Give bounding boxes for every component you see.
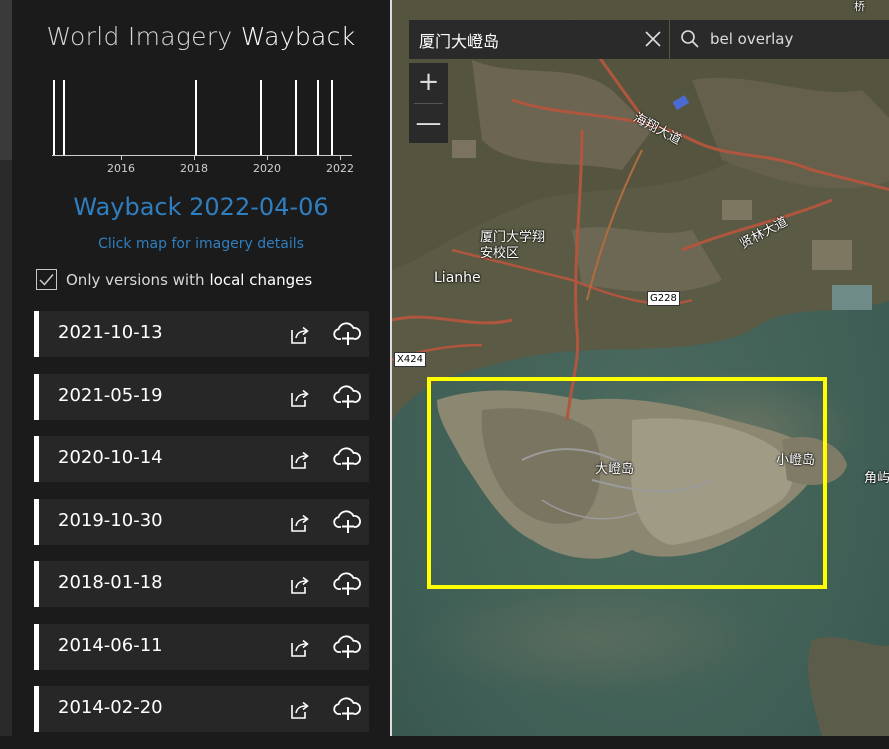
timeline-release-tick[interactable]: [295, 80, 297, 155]
add-to-download-cloud-icon[interactable]: [332, 445, 362, 471]
zoom-control: + —: [409, 63, 448, 143]
open-in-new-window-icon[interactable]: [289, 324, 311, 346]
filter-label-prefix: Only versions with: [66, 270, 205, 289]
road-sign: G228: [647, 291, 680, 306]
add-to-download-cloud-icon[interactable]: [332, 570, 362, 596]
add-to-download-cloud-icon[interactable]: [332, 633, 362, 659]
location-search-input[interactable]: [409, 20, 639, 59]
version-item[interactable]: 2014-02-20: [34, 686, 369, 732]
version-list: 2021-10-13 2021-05-19 2020-10-14 2019-10…: [34, 311, 369, 749]
add-to-download-cloud-icon[interactable]: [332, 508, 362, 534]
search-suggestion-text: bel overlay: [710, 30, 794, 48]
timeline-axis: [52, 155, 352, 156]
imagery-map[interactable]: bel overlay + — 海翔大道 贤林大道 厦门大学翔安校区 Lianh…: [390, 0, 889, 736]
timeline-release-tick[interactable]: [53, 80, 55, 155]
map-label-lianhe: Lianhe: [434, 270, 481, 286]
selection-rectangle: [427, 377, 827, 589]
version-item[interactable]: 2021-05-19: [34, 373, 369, 420]
open-in-new-window-icon[interactable]: [289, 512, 311, 534]
add-to-download-cloud-icon[interactable]: [332, 320, 362, 346]
version-item[interactable]: 2018-01-18: [34, 561, 369, 607]
version-date: 2020-10-14: [58, 447, 163, 468]
current-release-title: Wayback 2022-04-06: [73, 193, 329, 221]
search-icon: [681, 30, 699, 48]
timeline-year-label: 2016: [107, 162, 135, 175]
add-to-download-cloud-icon[interactable]: [332, 383, 362, 409]
zoom-in-button[interactable]: +: [409, 63, 448, 102]
open-in-new-window-icon[interactable]: [289, 637, 311, 659]
timeline-release-tick[interactable]: [195, 80, 197, 155]
version-item[interactable]: 2014-06-11: [34, 623, 369, 670]
left-edge-strip: [0, 0, 12, 736]
version-date: 2019-10-30: [58, 509, 163, 531]
timeline-year-label: 2022: [326, 162, 354, 175]
local-changes-checkbox[interactable]: [36, 269, 57, 290]
timeline-release-tick[interactable]: [317, 80, 319, 155]
timeline-year-label: 2020: [253, 162, 281, 175]
timeline-release-tick[interactable]: [331, 80, 333, 155]
map-label-campus: 厦门大学翔安校区: [480, 230, 546, 261]
version-item[interactable]: 2019-10-30: [34, 498, 369, 545]
timeline-year-tick: [194, 155, 195, 160]
version-item[interactable]: 2021-10-13: [34, 311, 369, 357]
road-sign: X424: [394, 352, 426, 367]
version-item[interactable]: 2020-10-14: [34, 436, 369, 482]
version-date: 2014-02-20: [58, 697, 163, 718]
version-date: 2018-01-18: [58, 572, 163, 593]
clear-search-icon[interactable]: [643, 29, 663, 49]
version-date: 2014-06-11: [58, 634, 163, 656]
app-title: World Imagery Wayback: [12, 22, 390, 51]
open-in-new-window-icon[interactable]: [289, 387, 311, 409]
zoom-out-button[interactable]: —: [409, 104, 448, 143]
checkmark-icon: [39, 274, 54, 286]
add-to-download-cloud-icon[interactable]: [332, 695, 362, 721]
left-edge-segment: [0, 0, 12, 160]
location-search[interactable]: [409, 20, 669, 59]
open-in-new-window-icon[interactable]: [289, 699, 311, 721]
timeline-release-tick[interactable]: [260, 80, 262, 155]
timeline-year-tick: [340, 155, 341, 160]
timeline-year-label: 2018: [180, 162, 208, 175]
app-title-strong: Wayback: [240, 22, 356, 51]
timeline-year-tick: [267, 155, 268, 160]
map-label-edge: 桥: [854, 0, 865, 13]
search-suggestion[interactable]: bel overlay: [670, 20, 889, 59]
open-in-new-window-icon[interactable]: [289, 449, 311, 471]
map-click-hint: Click map for imagery details: [98, 236, 304, 252]
timeline-year-tick: [121, 155, 122, 160]
version-date: 2021-10-13: [58, 322, 163, 343]
timeline-release-tick[interactable]: [63, 80, 65, 155]
local-changes-filter[interactable]: Only versions with local changes: [36, 269, 312, 290]
app-title-prefix: World Imagery: [46, 22, 233, 51]
version-date: 2021-05-19: [58, 384, 163, 406]
map-label-edge: 角屿: [864, 471, 889, 486]
open-in-new-window-icon[interactable]: [289, 574, 311, 596]
wayback-panel: World Imagery Wayback 2016 2018 2020 202…: [12, 0, 390, 736]
filter-label-strong: local changes: [209, 270, 313, 289]
